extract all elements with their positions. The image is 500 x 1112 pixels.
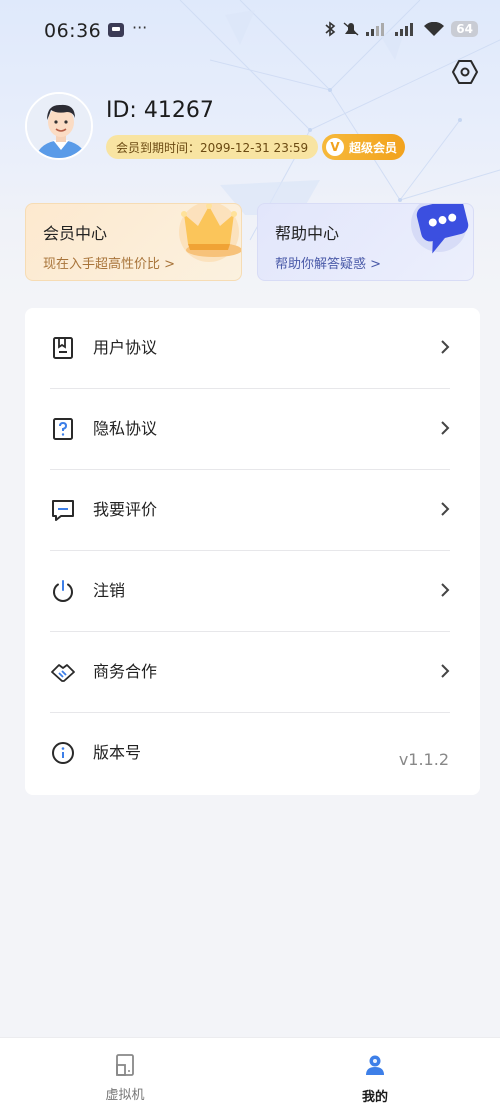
help-center-title: 帮助中心 — [275, 224, 340, 243]
battery-indicator: 64 — [451, 21, 478, 37]
chevron-right-icon — [441, 664, 450, 678]
status-time: 06:36 — [44, 20, 102, 42]
membership-expiry-badge: 会员到期时间：2099-12-31 23:59 — [106, 135, 319, 159]
signal-2-icon — [395, 23, 414, 36]
settings-button[interactable] — [450, 57, 480, 87]
version-value: v1.1.2 — [398, 750, 449, 769]
chevron-right-icon — [441, 421, 450, 435]
menu-item-cancel-account[interactable]: 注销 — [25, 551, 480, 632]
tab-mine-label: 我的 — [361, 1090, 388, 1105]
menu-item-privacy-agreement[interactable]: 隐私协议 — [25, 389, 480, 470]
bluetooth-icon — [325, 21, 336, 37]
menu-item-label: 注销 — [93, 581, 126, 600]
more-notifications-icon: ··· — [132, 18, 148, 37]
menu-item-label: 我要评价 — [93, 500, 158, 519]
chevron-right-icon — [441, 583, 450, 597]
status-indicators: 64 — [324, 21, 478, 37]
member-center-title: 会员中心 — [43, 224, 108, 243]
avatar[interactable] — [25, 92, 93, 160]
handshake-icon — [51, 664, 75, 682]
settings-menu: 用户协议 隐私协议 我要评价 注销 商务合作 版本号 v1.1.2 — [25, 308, 480, 795]
power-icon — [53, 580, 73, 602]
vip-badge: V 超级会员 — [322, 134, 406, 160]
tab-mine[interactable]: 我的 — [300, 1038, 450, 1112]
question-icon — [53, 418, 73, 440]
menu-item-business-cooperation[interactable]: 商务合作 — [25, 632, 480, 713]
menu-item-label: 隐私协议 — [93, 419, 158, 438]
notification-app-icon — [108, 23, 124, 37]
wifi-icon — [424, 21, 445, 36]
chevron-right-icon — [441, 502, 450, 516]
help-center-card[interactable]: 帮助中心 帮助你解答疑惑 > — [257, 203, 474, 281]
menu-item-label: 商务合作 — [93, 662, 158, 681]
user-id: ID: 41267 — [106, 98, 214, 123]
chat-bubble-icon — [411, 204, 469, 254]
bottom-navigation: 虚拟机 我的 — [0, 1037, 500, 1112]
chevron-right-icon — [441, 340, 450, 354]
signal-icon — [366, 23, 385, 36]
vip-label: 超级会员 — [349, 140, 398, 155]
do-not-disturb-icon — [343, 22, 359, 36]
tab-virtual-machine-label: 虚拟机 — [105, 1088, 145, 1103]
phone-device-icon — [116, 1054, 134, 1076]
tab-virtual-machine[interactable]: 虚拟机 — [50, 1038, 200, 1112]
comment-icon — [52, 500, 74, 521]
help-center-subtitle: 帮助你解答疑惑 > — [275, 257, 382, 272]
menu-item-label: 用户协议 — [93, 338, 158, 357]
settings-hexagon-icon — [452, 60, 478, 84]
menu-item-rate-us[interactable]: 我要评价 — [25, 470, 480, 551]
info-icon — [52, 742, 74, 764]
crown-icon — [179, 204, 241, 262]
menu-item-label: 版本号 — [93, 743, 142, 762]
member-center-subtitle: 现在入手超高性价比 > — [43, 257, 176, 272]
user-icon — [366, 1055, 384, 1075]
member-center-card[interactable]: 会员中心 现在入手超高性价比 > — [25, 203, 242, 281]
status-bar: 06:36 ··· 64 — [0, 0, 500, 64]
document-icon — [53, 337, 73, 359]
vip-v-icon: V — [326, 138, 344, 156]
menu-item-version: 版本号 v1.1.2 — [25, 713, 480, 794]
menu-item-user-agreement[interactable]: 用户协议 — [25, 308, 480, 389]
